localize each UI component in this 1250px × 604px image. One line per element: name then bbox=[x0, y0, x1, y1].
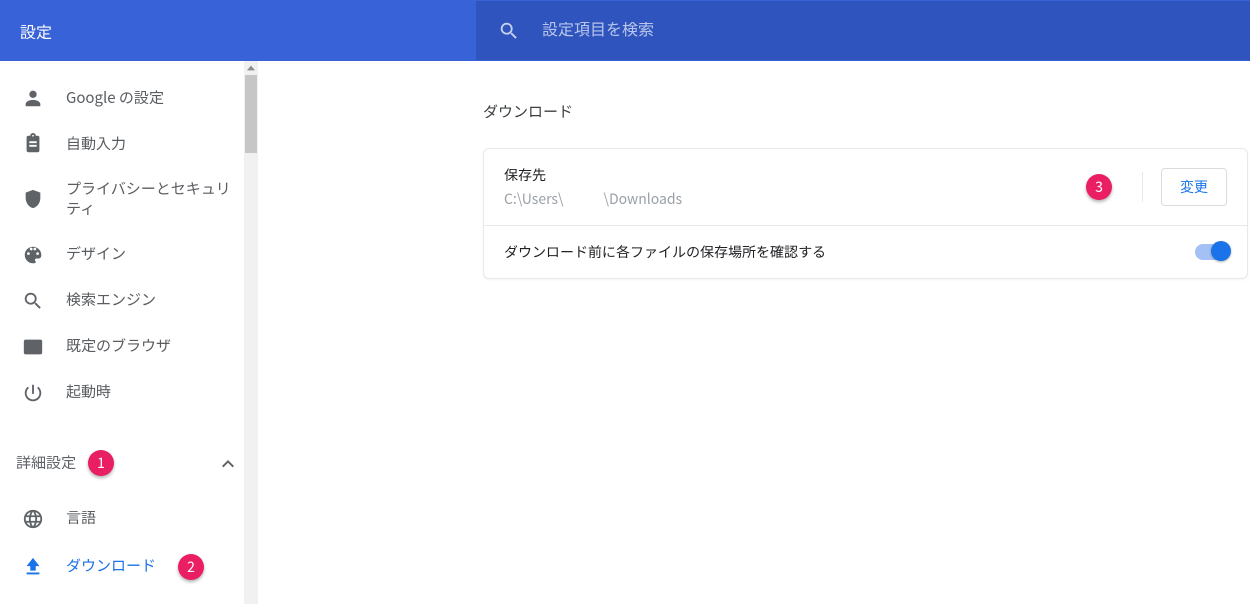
sidebar-item-google[interactable]: Google の設定 bbox=[0, 75, 258, 121]
content-area: ダウンロード 保存先 C:\Users\\Downloads 3 変更 ダウンロ… bbox=[258, 61, 1250, 604]
shield-icon bbox=[22, 188, 44, 210]
page-title: ダウンロード bbox=[483, 101, 1250, 122]
globe-icon bbox=[22, 508, 44, 530]
annotation-badge: 3 bbox=[1086, 174, 1112, 200]
download-icon bbox=[22, 556, 44, 578]
sidebar-item-label: 起動時 bbox=[66, 382, 111, 402]
settings-card: 保存先 C:\Users\\Downloads 3 変更 ダウンロード前に各ファ… bbox=[483, 148, 1248, 279]
sidebar-item-downloads[interactable]: ダウンロード 2 bbox=[0, 542, 258, 592]
clipboard-icon bbox=[22, 133, 44, 155]
scrollbar-thumb[interactable] bbox=[245, 75, 257, 153]
sidebar-section-advanced[interactable]: 詳細設定 1 bbox=[0, 436, 258, 490]
scroll-up-icon[interactable] bbox=[244, 61, 258, 75]
sidebar-item-on-startup[interactable]: 起動時 bbox=[0, 370, 258, 416]
save-location-path: C:\Users\\Downloads bbox=[504, 189, 1086, 209]
search-icon bbox=[498, 20, 520, 42]
advanced-label: 詳細設定 bbox=[16, 452, 76, 473]
setting-row-ask-before: ダウンロード前に各ファイルの保存場所を確認する bbox=[484, 225, 1247, 278]
sidebar-item-label: プライバシーとセキュリティ bbox=[66, 179, 244, 220]
sidebar-scrollbar[interactable] bbox=[244, 61, 258, 604]
annotation-badge: 2 bbox=[178, 554, 204, 580]
search-input[interactable] bbox=[542, 22, 1250, 39]
browser-icon bbox=[22, 336, 44, 358]
palette-icon bbox=[22, 244, 44, 266]
sidebar-item-autofill[interactable]: 自動入力 bbox=[0, 121, 258, 167]
sidebar-item-label: Google の設定 bbox=[66, 88, 164, 108]
sidebar-item-label: 言語 bbox=[66, 508, 96, 528]
sidebar-item-search-engine[interactable]: 検索エンジン bbox=[0, 278, 258, 324]
sidebar-item-language[interactable]: 言語 bbox=[0, 496, 258, 542]
setting-row-save-location: 保存先 C:\Users\\Downloads 3 変更 bbox=[484, 149, 1247, 225]
sidebar-item-label: デザイン bbox=[66, 244, 126, 264]
annotation-badge: 1 bbox=[88, 450, 114, 476]
sidebar-item-label: 既定のブラウザ bbox=[66, 336, 171, 356]
ask-before-toggle[interactable] bbox=[1195, 244, 1229, 260]
search-icon bbox=[22, 290, 44, 312]
sidebar-item-label: 検索エンジン bbox=[66, 290, 156, 310]
power-icon bbox=[22, 382, 44, 404]
sidebar-item-privacy[interactable]: プライバシーとセキュリティ bbox=[0, 167, 258, 232]
divider bbox=[1142, 172, 1143, 202]
person-icon bbox=[22, 87, 44, 109]
sidebar-item-accessibility[interactable]: ユーザー補助機能 bbox=[0, 592, 258, 604]
sidebar: Google の設定 自動入力 プライバシーとセキュリティ デザイン 検索エンジ… bbox=[0, 61, 258, 604]
search-bar[interactable] bbox=[476, 1, 1250, 60]
sidebar-item-label: 自動入力 bbox=[66, 134, 126, 154]
change-button[interactable]: 変更 bbox=[1161, 168, 1227, 206]
sidebar-item-label: ダウンロード bbox=[66, 556, 156, 576]
ask-before-label: ダウンロード前に各ファイルの保存場所を確認する bbox=[504, 242, 1195, 262]
sidebar-item-appearance[interactable]: デザイン bbox=[0, 232, 258, 278]
chevron-up-icon bbox=[222, 452, 234, 473]
save-location-label: 保存先 bbox=[504, 165, 1086, 185]
app-title: 設定 bbox=[0, 19, 476, 43]
sidebar-item-default-browser[interactable]: 既定のブラウザ bbox=[0, 324, 258, 370]
